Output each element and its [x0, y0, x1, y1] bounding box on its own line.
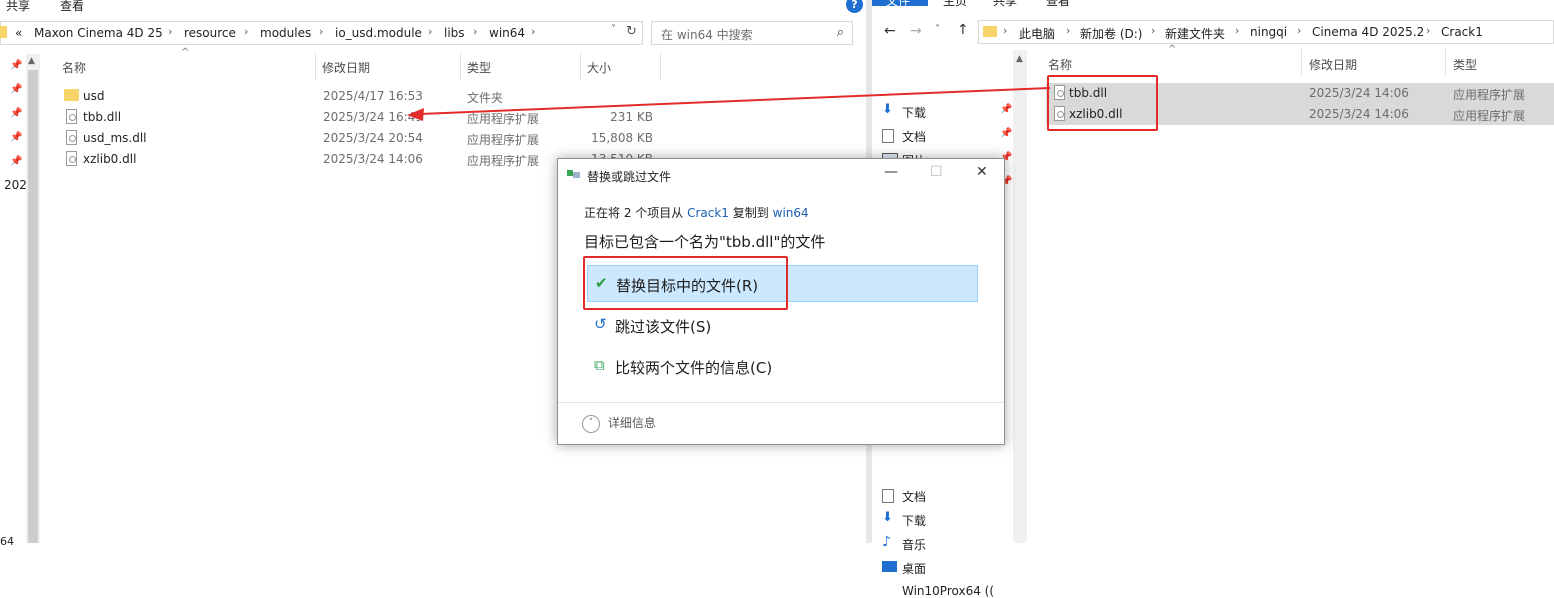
annotation-box-replace	[583, 256, 788, 310]
close-button[interactable]: ✕	[976, 164, 988, 180]
minimize-button[interactable]: —	[884, 164, 898, 180]
copy-files-icon	[567, 170, 580, 179]
annotation-arrow-head	[407, 108, 424, 121]
nav-item-label: 桌面	[902, 562, 927, 576]
conflict-message: 目标已包含一个名为"tbb.dll"的文件	[584, 233, 826, 251]
desktop-icon	[882, 561, 897, 572]
source-folder-link[interactable]: Crack1	[687, 206, 729, 220]
annotation-box-source-files	[1047, 75, 1158, 131]
skip-arrow-icon: ↺	[594, 315, 607, 333]
chevron-down-icon: ˅	[582, 414, 600, 433]
skip-option-button[interactable]: ↺ 跳过该文件(S)	[587, 307, 978, 344]
maximize-button[interactable]: ☐	[930, 164, 943, 180]
nav-item-desktop[interactable]: 桌面	[882, 560, 927, 577]
compare-files-icon: ⧉	[594, 356, 605, 374]
dest-folder-link[interactable]: win64	[773, 206, 809, 220]
status-prefix: 正在将 2 个项目从	[584, 206, 684, 220]
details-label: 详细信息	[607, 416, 656, 430]
skip-option-label: 跳过该文件(S)	[615, 318, 712, 336]
dialog-status: 正在将 2 个项目从 Crack1 复制到 win64	[584, 204, 809, 221]
dialog-divider	[558, 402, 1004, 403]
annotation-arrow-line	[419, 87, 1051, 115]
more-details-toggle[interactable]: ˅ 详细信息	[582, 414, 656, 433]
dialog-title: 替换或跳过文件	[587, 170, 672, 184]
compare-option-button[interactable]: ⧉ 比较两个文件的信息(C)	[587, 348, 978, 385]
status-mid: 复制到	[732, 206, 769, 220]
compare-option-label: 比较两个文件的信息(C)	[615, 359, 773, 377]
nav-item-label: Win10Prox64 ((	[902, 584, 995, 598]
nav-item-drive[interactable]: Win10Prox64 ((	[902, 584, 1012, 598]
